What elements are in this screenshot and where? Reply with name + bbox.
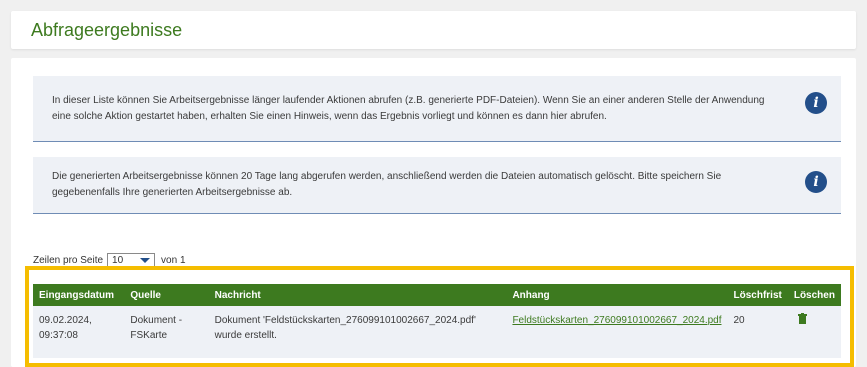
time-text: 09:37:08: [39, 330, 78, 341]
cell-delete: [787, 306, 841, 358]
column-header-attachment[interactable]: Anhang: [506, 284, 728, 306]
info-icon: i: [805, 92, 827, 114]
info-text: Die generierten Arbeitsergebnisse können…: [52, 171, 722, 198]
chevron-down-icon: [140, 257, 151, 263]
column-header-delete: Löschen: [787, 284, 841, 306]
results-table: Eingangsdatum Quelle Nachricht Anhang Lö…: [33, 284, 841, 358]
column-header-message[interactable]: Nachricht: [208, 284, 507, 306]
rows-per-page-label: Zeilen pro Seite: [33, 254, 104, 266]
column-header-date[interactable]: Eingangsdatum: [33, 284, 125, 306]
attachment-link[interactable]: Feldstückskarten_276099101002667_2024.pd…: [512, 315, 721, 326]
header-card: Abfrageergebnisse: [11, 11, 856, 49]
column-header-source[interactable]: Quelle: [124, 284, 209, 306]
pagination: Zeilen pro Seite 10 von 1: [33, 252, 186, 268]
cell-date: 09.02.2024, 09:37:08: [33, 306, 125, 358]
cell-source: Dokument - FSKarte: [124, 306, 209, 358]
source-line-2: FSKarte: [130, 330, 168, 341]
table-row: 09.02.2024, 09:37:08 Dokument - FSKarte …: [33, 306, 841, 358]
source-line-1: Dokument -: [130, 315, 183, 326]
rows-per-page-select[interactable]: 10: [107, 252, 156, 268]
column-header-deadline[interactable]: Löschfrist: [727, 284, 788, 306]
table-header-row: Eingangsdatum Quelle Nachricht Anhang Lö…: [33, 284, 841, 306]
page-count: von 1: [161, 254, 186, 266]
trash-icon[interactable]: [797, 313, 807, 324]
info-box-retention: Die generierten Arbeitsergebnisse können…: [33, 157, 841, 214]
date-text: 09.02.2024,: [39, 315, 92, 326]
page-title: Abfrageergebnisse: [31, 20, 183, 40]
info-box-retrieve: In dieser Liste können Sie Arbeitsergebn…: [33, 76, 841, 142]
rows-per-page-value: 10: [112, 254, 124, 266]
cell-message: Dokument 'Feldstückskarten_2760991010026…: [208, 306, 507, 358]
info-text: In dieser Liste können Sie Arbeitsergebn…: [52, 95, 765, 122]
cell-attachment: Feldstückskarten_276099101002667_2024.pd…: [506, 306, 728, 358]
info-icon: i: [805, 171, 827, 193]
cell-deadline: 20: [727, 306, 788, 358]
